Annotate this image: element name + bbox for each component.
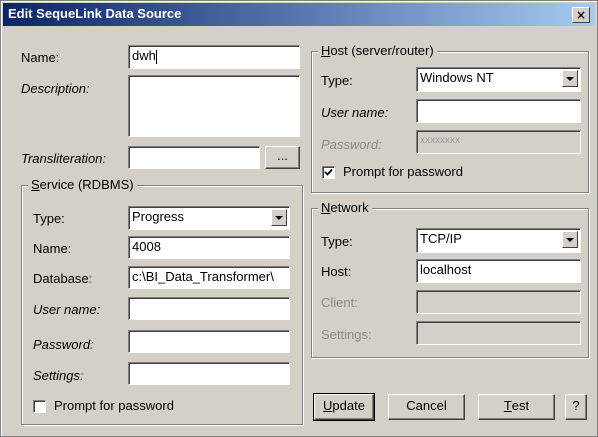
service-username-label: User name: xyxy=(33,302,101,317)
edit-data-source-dialog: Edit SequeLink Data Source × Name: dwh D… xyxy=(0,0,598,437)
host-type-label: Type: xyxy=(321,73,353,88)
help-icon: ? xyxy=(572,398,580,413)
text-cursor xyxy=(155,49,157,64)
host-password-label: Password: xyxy=(321,137,382,152)
network-host-input[interactable]: localhost xyxy=(416,259,581,283)
description-textarea[interactable] xyxy=(128,75,300,137)
host-type-value: Windows NT xyxy=(420,70,494,85)
network-title-rest: etwork xyxy=(330,200,369,215)
service-password-label: Password: xyxy=(33,337,94,352)
dialog-title: Edit SequeLink Data Source xyxy=(8,6,182,21)
name-input-value: dwh xyxy=(132,48,156,63)
host-username-label: User name: xyxy=(321,105,389,120)
service-group-title: Service (RDBMS) xyxy=(28,177,137,192)
chevron-down-icon xyxy=(275,216,283,220)
network-group-title: Network xyxy=(318,200,372,215)
test-button[interactable]: Test xyxy=(478,394,555,420)
network-type-label: Type: xyxy=(321,234,353,249)
name-label: Name: xyxy=(21,50,60,65)
help-button[interactable]: ? xyxy=(565,394,587,420)
database-label: Database: xyxy=(33,271,93,286)
network-host-value: localhost xyxy=(420,262,472,277)
host-password-value: xxxxxxxx xyxy=(420,135,460,146)
close-button[interactable]: × xyxy=(572,7,590,23)
host-title-mnemonic: H xyxy=(321,43,331,58)
service-type-select[interactable]: Progress xyxy=(128,206,290,230)
network-client-input xyxy=(416,290,581,314)
host-title-rest: ost (server/router) xyxy=(330,43,434,58)
update-button[interactable]: Update xyxy=(313,393,375,421)
host-username-input[interactable] xyxy=(416,99,581,123)
name-input[interactable]: dwh xyxy=(128,45,300,69)
network-title-mnemonic: N xyxy=(321,200,331,215)
service-type-dropdown-button[interactable] xyxy=(271,209,287,226)
network-client-label: Client: xyxy=(321,295,358,310)
transliteration-label: Transliteration: xyxy=(21,151,107,166)
update-label-rest: pdate xyxy=(332,398,365,413)
network-type-select[interactable]: TCP/IP xyxy=(416,228,581,253)
service-settings-label: Settings: xyxy=(33,368,84,383)
browse-label: ... xyxy=(277,148,288,163)
test-mnemonic: T xyxy=(503,398,512,413)
service-username-input[interactable] xyxy=(128,297,290,320)
service-prompt-label: Prompt for password xyxy=(54,398,174,413)
service-password-input[interactable] xyxy=(128,330,290,353)
update-mnemonic: U xyxy=(323,398,333,413)
cancel-button[interactable]: Cancel xyxy=(388,394,465,420)
test-button-label: Test xyxy=(504,395,529,417)
host-type-select[interactable]: Windows NT xyxy=(416,67,581,92)
service-name-value: 4008 xyxy=(132,239,161,254)
test-label-rest: est xyxy=(511,398,530,413)
network-type-dropdown-button[interactable] xyxy=(562,231,578,248)
close-icon: × xyxy=(575,8,587,22)
network-settings-label: Settings: xyxy=(321,327,372,342)
chevron-down-icon xyxy=(566,238,574,242)
service-type-value: Progress xyxy=(132,209,185,224)
host-group-title: Host (server/router) xyxy=(318,43,437,58)
description-label: Description: xyxy=(21,81,90,96)
transliteration-input[interactable] xyxy=(128,146,260,169)
chevron-down-icon xyxy=(566,77,574,81)
database-input[interactable]: c:\BI_Data_Transformer\ xyxy=(128,266,290,289)
database-value: c:\BI_Data_Transformer\ xyxy=(132,269,274,284)
host-prompt-checkbox[interactable] xyxy=(322,166,335,179)
service-name-input[interactable]: 4008 xyxy=(128,236,290,259)
network-settings-input xyxy=(416,321,581,345)
service-title-mnemonic: S xyxy=(31,177,40,192)
host-prompt-label: Prompt for password xyxy=(343,164,463,179)
service-name-label: Name: xyxy=(33,241,72,256)
service-prompt-checkbox[interactable] xyxy=(33,400,46,413)
service-type-label: Type: xyxy=(33,211,65,226)
cancel-button-label: Cancel xyxy=(406,398,447,413)
host-password-input: xxxxxxxx xyxy=(416,130,581,154)
host-type-dropdown-button[interactable] xyxy=(562,70,578,87)
service-title-rest: ervice (RDBMS) xyxy=(39,177,134,192)
update-button-label: Update xyxy=(323,395,365,417)
network-host-label: Host: xyxy=(321,264,352,279)
network-type-value: TCP/IP xyxy=(420,231,462,246)
transliteration-browse-button[interactable]: ... xyxy=(265,146,300,169)
checkmark-icon xyxy=(324,168,333,176)
service-settings-input[interactable] xyxy=(128,362,290,385)
title-bar[interactable]: Edit SequeLink Data Source × xyxy=(3,3,595,26)
